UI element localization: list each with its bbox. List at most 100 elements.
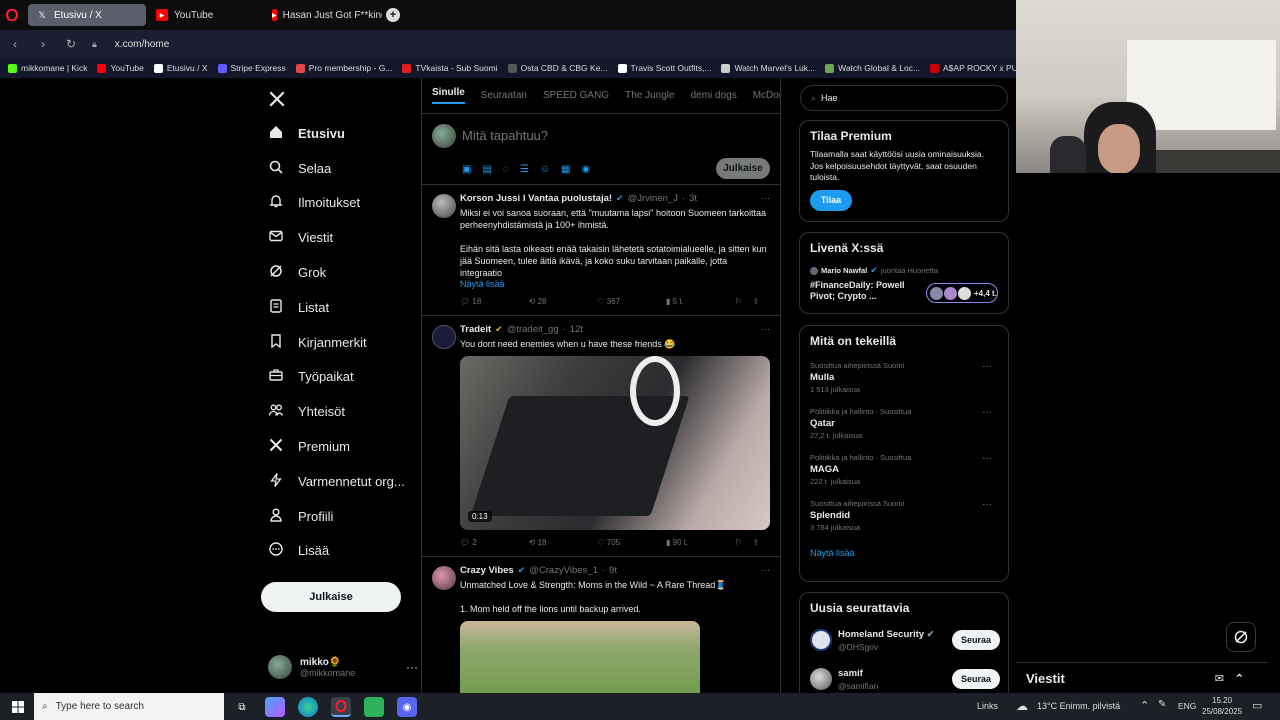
- task-view-icon[interactable]: ⧉: [232, 697, 252, 717]
- bookmark-icon[interactable]: ⚐: [735, 297, 753, 306]
- bookmark-icon[interactable]: ⚐: [735, 538, 753, 547]
- feed-tab[interactable]: The Jungle: [625, 90, 674, 101]
- taskbar-links[interactable]: Links: [977, 701, 998, 711]
- clock-date[interactable]: 25/08/2025: [1202, 707, 1242, 716]
- feed-tab[interactable]: Sinulle: [432, 87, 465, 104]
- search-input[interactable]: ⌕ Hae: [800, 85, 1008, 111]
- subscribe-button[interactable]: Tilaa: [810, 189, 852, 211]
- more-icon[interactable]: ···: [982, 453, 992, 464]
- clock-time[interactable]: 15.20: [1212, 696, 1232, 705]
- reply-button[interactable]: 💬︎ 18: [460, 297, 529, 306]
- forward-icon[interactable]: ›: [36, 37, 50, 51]
- bookmark-item[interactable]: Pro membership - G...: [295, 63, 392, 73]
- more-icon[interactable]: ···: [982, 361, 992, 372]
- feed-tab[interactable]: Seuraatan: [481, 90, 527, 101]
- bookmark-item[interactable]: Travis Scott Outfits,...: [617, 63, 711, 73]
- edge-icon[interactable]: [298, 697, 318, 717]
- weather-icon[interactable]: ☁: [1016, 699, 1028, 713]
- discord-icon[interactable]: ◉: [397, 697, 417, 717]
- tab-etusivu[interactable]: 𝕏 Etusivu / X: [28, 4, 146, 26]
- follow-name[interactable]: Homeland Security: [838, 629, 924, 640]
- like-button[interactable]: ♡ 705: [597, 538, 666, 547]
- tweet[interactable]: Crazy Vibes ✔ @CrazyVibes_1 · 9t ··· Unm…: [422, 557, 780, 693]
- messages-dock[interactable]: Viestit ✉ ⌃: [1016, 662, 1268, 693]
- nav-item-varmennetut-org[interactable]: Varmennetut org...: [268, 472, 405, 491]
- live-listeners[interactable]: +4,4 t.: [926, 283, 998, 303]
- more-icon[interactable]: ···: [982, 499, 992, 510]
- more-icon[interactable]: ···: [761, 193, 771, 204]
- trend-item[interactable]: Politiikka ja hallinto · Suosittua Qatar 2…: [810, 407, 998, 440]
- grok-floating-button[interactable]: [1226, 622, 1256, 652]
- nav-item-profiili[interactable]: Profiili: [268, 507, 333, 526]
- back-icon[interactable]: ‹: [8, 37, 22, 51]
- tweet-author-handle[interactable]: @Jrvinen_J: [628, 193, 678, 204]
- follow-item[interactable]: Homeland Security ✔ @DHSgov Seuraa: [810, 627, 1000, 655]
- follow-name[interactable]: samif: [838, 668, 863, 679]
- tab-youtube[interactable]: ▶ YouTube: [148, 4, 262, 26]
- more-icon[interactable]: ···: [982, 407, 992, 418]
- tweet-author-name[interactable]: Korson Jussi l Vantaa puolustaja!: [460, 193, 612, 204]
- live-host[interactable]: Mario Nawfal: [821, 266, 867, 275]
- tweet[interactable]: Korson Jussi l Vantaa puolustaja! ✔ @Jrv…: [422, 185, 780, 316]
- tray-chevron-up-icon[interactable]: ⌃: [1140, 699, 1149, 712]
- tweet-time[interactable]: 9t: [609, 565, 617, 576]
- compose-post-button[interactable]: Julkaise: [716, 158, 770, 179]
- nav-item-selaa[interactable]: Selaa: [268, 159, 331, 178]
- gif-icon[interactable]: ▤: [482, 164, 491, 175]
- tweet-time[interactable]: 3t: [689, 193, 697, 204]
- nav-item-työpaikat[interactable]: Työpaikat: [268, 367, 354, 386]
- tweet-author-name[interactable]: Tradeit: [460, 324, 491, 335]
- more-icon[interactable]: ···: [761, 324, 771, 335]
- feed-tab[interactable]: SPEED GANG: [543, 90, 609, 101]
- taskbar-search[interactable]: ⌕ Type here to search: [34, 693, 224, 720]
- bookmark-item[interactable]: Osta CBD & CBG Ke...: [507, 63, 608, 73]
- follow-button[interactable]: Seuraa: [952, 630, 1000, 650]
- feed-tab[interactable]: demi dogs: [691, 90, 737, 101]
- pen-icon[interactable]: ✎: [1158, 699, 1166, 710]
- compose-input[interactable]: Mitä tapahtuu?: [462, 128, 548, 143]
- chevron-up-icon[interactable]: ⌃: [1235, 672, 1244, 685]
- notification-icon[interactable]: ▭: [1252, 699, 1262, 712]
- x-logo-icon[interactable]: [268, 90, 286, 111]
- trend-item[interactable]: Politiikka ja hallinto · Suosittua MAGA 22…: [810, 453, 998, 486]
- bookmark-item[interactable]: Watch Marvel's Luk...: [721, 63, 815, 73]
- language-indicator[interactable]: ENG: [1178, 701, 1196, 711]
- opera-icon[interactable]: [331, 697, 351, 717]
- tweet-image[interactable]: [460, 621, 700, 693]
- nav-item-etusivu[interactable]: Etusivu: [268, 124, 345, 143]
- copilot-icon[interactable]: [265, 697, 285, 717]
- new-tab-plus-icon[interactable]: +: [386, 8, 400, 22]
- nav-item-yhteisöt[interactable]: Yhteisöt: [268, 402, 345, 421]
- account-switcher[interactable]: mikko🌻 @mikkomane ···: [268, 652, 418, 682]
- trend-item[interactable]: Suosittua aihepiirissä Suomi Splendid 3 78…: [810, 499, 998, 532]
- nav-item-lisää[interactable]: Lisää: [268, 541, 329, 560]
- nav-item-viestit[interactable]: Viestit: [268, 228, 333, 247]
- nav-item-grok[interactable]: Grok: [268, 263, 326, 282]
- show-more-link[interactable]: Näytä lisää: [460, 279, 770, 289]
- live-topic[interactable]: #FinanceDaily: Powell Pivot; Crypto ...: [810, 280, 915, 302]
- emoji-icon[interactable]: ☺: [540, 164, 550, 175]
- bookmark-item[interactable]: A$AP ROCKY x PU...: [930, 63, 1016, 73]
- tweet[interactable]: Tradeit ✔ @tradeit_gg · 12t ··· You dont…: [422, 316, 780, 557]
- bookmark-item[interactable]: Stripe Express: [217, 63, 286, 73]
- tweet-video[interactable]: 0:13: [460, 356, 770, 530]
- bookmark-item[interactable]: Etusivu / X: [153, 63, 208, 73]
- views-button[interactable]: ▮ 5 t.: [666, 297, 735, 306]
- trend-item[interactable]: Suosittua aihepiirissä Suomi Mulla 1 513 j…: [810, 361, 998, 394]
- like-button[interactable]: ♡ 367: [597, 297, 666, 306]
- weather-text[interactable]: 13°C Enimm. pilvistä: [1037, 701, 1120, 711]
- bookmark-item[interactable]: Watch Global & Loc...: [825, 63, 920, 73]
- url-field[interactable]: x.com/home: [115, 39, 169, 50]
- grok-icon[interactable]: ◌: [503, 164, 509, 175]
- image-icon[interactable]: ▣: [462, 164, 471, 175]
- repost-button[interactable]: ⟲ 28: [529, 297, 598, 306]
- reload-icon[interactable]: ↻: [64, 37, 78, 51]
- follow-item[interactable]: samif @samifian Seuraa: [810, 666, 1000, 694]
- tweet-time[interactable]: 12t: [570, 324, 583, 335]
- nav-item-listat[interactable]: Listat: [268, 298, 329, 317]
- schedule-icon[interactable]: ▦: [561, 164, 570, 175]
- more-icon[interactable]: ···: [761, 565, 771, 576]
- tweet-author-name[interactable]: Crazy Vibes: [460, 565, 514, 576]
- share-icon[interactable]: ⇪: [752, 538, 770, 547]
- feed-tab[interactable]: McDonal: [753, 90, 780, 101]
